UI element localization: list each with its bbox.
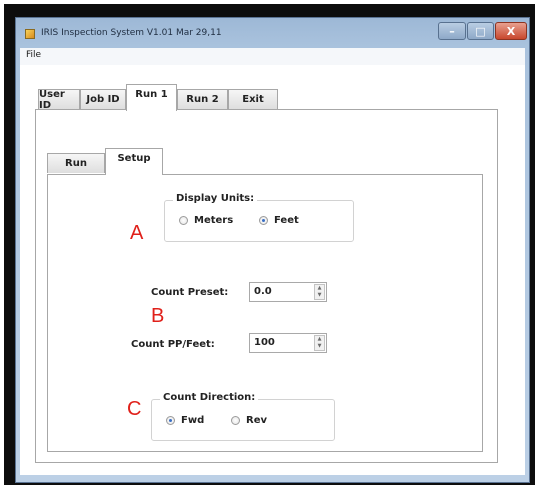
count-direction-group: Count Direction: Fwd Rev xyxy=(151,392,335,441)
rev-radio-dot[interactable] xyxy=(231,416,240,425)
fwd-radio-dot[interactable] xyxy=(166,416,175,425)
count-preset-input[interactable]: 0.0 ▲ ▼ xyxy=(249,282,327,302)
count-preset-value: 0.0 xyxy=(254,286,272,297)
minimize-button[interactable]: – xyxy=(438,22,466,40)
app-icon xyxy=(25,29,35,39)
chevron-up-icon[interactable]: ▲ xyxy=(315,336,324,343)
tab-user-id[interactable]: User ID xyxy=(38,89,80,111)
count-pp-label: Count PP/Feet: xyxy=(131,339,215,350)
meters-radio[interactable]: Meters xyxy=(179,215,233,226)
count-pp-spinner[interactable]: ▲ ▼ xyxy=(314,335,325,351)
tab-job-id[interactable]: Job ID xyxy=(80,89,126,109)
chevron-up-icon[interactable]: ▲ xyxy=(315,285,324,292)
meters-label: Meters xyxy=(194,215,234,226)
count-pp-value: 100 xyxy=(254,337,275,348)
count-pp-input[interactable]: 100 ▲ ▼ xyxy=(249,333,327,353)
display-units-group: Display Units: Meters Feet xyxy=(164,193,354,242)
tab-setup[interactable]: Setup xyxy=(105,148,163,175)
app-window: IRIS Inspection System V1.01 Mar 29,11 –… xyxy=(15,17,530,483)
menu-bar: File xyxy=(20,48,525,66)
screenshot-frame: IRIS Inspection System V1.01 Mar 29,11 –… xyxy=(4,4,535,485)
tab-run-2[interactable]: Run 2 xyxy=(177,89,228,109)
tab-run-1[interactable]: Run 1 xyxy=(126,84,177,111)
fwd-radio[interactable]: Fwd xyxy=(166,415,204,426)
meters-radio-dot[interactable] xyxy=(179,216,188,225)
feet-radio[interactable]: Feet xyxy=(259,215,299,226)
count-direction-title: Count Direction: xyxy=(160,392,259,403)
annotation-b: B xyxy=(151,305,165,327)
client-area: User ID Job ID Run 1 Run 2 Exit Display … xyxy=(20,65,525,475)
rev-label: Rev xyxy=(246,415,268,426)
setup-tab-panel: Display Units: Meters Feet Count Preset:… xyxy=(47,174,483,452)
count-preset-label: Count Preset: xyxy=(151,287,229,298)
chevron-down-icon[interactable]: ▼ xyxy=(315,292,324,299)
window-bottom-border xyxy=(20,475,525,481)
display-units-title: Display Units: xyxy=(173,193,258,204)
rev-radio[interactable]: Rev xyxy=(231,415,267,426)
title-bar[interactable]: IRIS Inspection System V1.01 Mar 29,11 –… xyxy=(16,18,529,48)
window-title: IRIS Inspection System V1.01 Mar 29,11 xyxy=(41,28,222,38)
annotation-a: A xyxy=(130,222,144,244)
maximize-button[interactable]: □ xyxy=(467,22,494,40)
count-preset-spinner[interactable]: ▲ ▼ xyxy=(314,284,325,300)
annotation-c: C xyxy=(127,398,142,420)
tab-exit[interactable]: Exit xyxy=(228,89,278,109)
chevron-down-icon[interactable]: ▼ xyxy=(315,343,324,350)
tab-run[interactable]: Run xyxy=(47,153,105,173)
menu-file[interactable]: File xyxy=(26,50,41,60)
close-button[interactable]: X xyxy=(495,22,527,40)
feet-radio-dot[interactable] xyxy=(259,216,268,225)
feet-label: Feet xyxy=(274,215,299,226)
fwd-label: Fwd xyxy=(181,415,205,426)
